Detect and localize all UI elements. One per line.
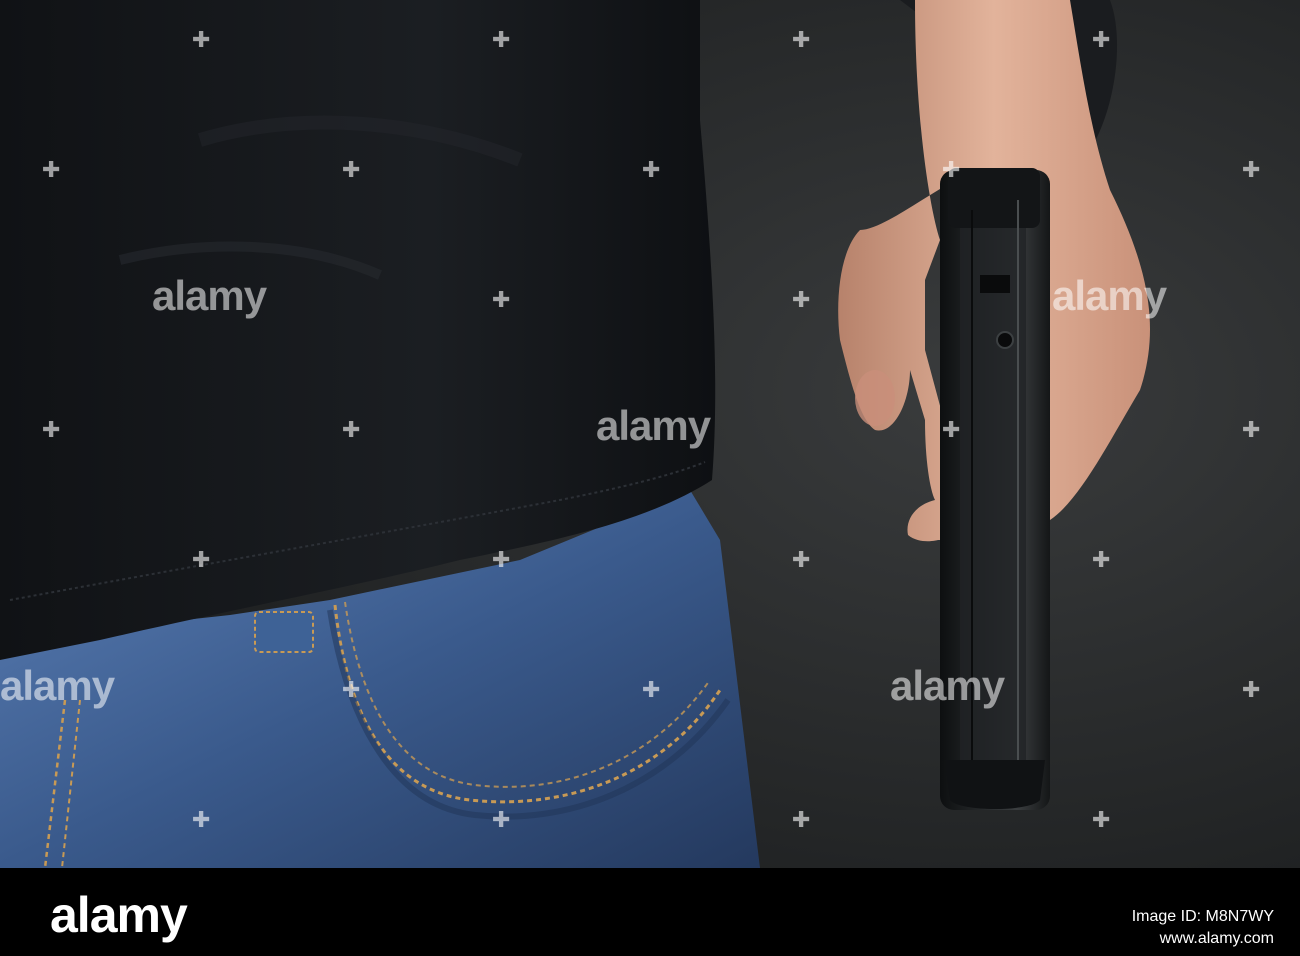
watermark-mark: ✚ xyxy=(492,808,511,833)
watermark-text: alamy xyxy=(1052,272,1167,319)
watermark-mark: ✚ xyxy=(792,288,811,313)
watermark-text: alamy xyxy=(596,402,711,449)
watermark-mark: ✚ xyxy=(942,418,961,443)
watermark-mark: ✚ xyxy=(792,808,811,833)
watermark-mark: ✚ xyxy=(1092,28,1111,53)
belt-loop xyxy=(254,611,314,653)
watermark-mark: ✚ xyxy=(342,418,361,443)
watermark-mark: ✚ xyxy=(192,28,211,53)
watermark-text: alamy xyxy=(890,662,1005,709)
watermark-mark: ✚ xyxy=(42,158,61,183)
watermark-mark: ✚ xyxy=(492,28,511,53)
watermark-mark: ✚ xyxy=(942,158,961,183)
watermark-text: alamy xyxy=(152,272,267,319)
watermark-mark: ✚ xyxy=(1092,548,1111,573)
watermark-mark: ✚ xyxy=(642,678,661,703)
watermark-mark: ✚ xyxy=(42,418,61,443)
footer-bar: alamy Image ID: M8N7WY www.alamy.com xyxy=(0,868,1300,956)
watermark-text: alamy xyxy=(0,662,115,709)
watermark-mark: ✚ xyxy=(792,28,811,53)
watermark-mark: ✚ xyxy=(492,288,511,313)
photo: ✚ ✚ ✚ ✚ ✚ ✚ ✚ ✚ ✚ ✚ ✚ ✚ ✚ ✚ ✚ ✚ ✚ ✚ ✚ ✚ … xyxy=(0,0,1300,868)
watermark-mark: ✚ xyxy=(792,548,811,573)
watermark-mark: ✚ xyxy=(1242,418,1261,443)
watermark-mark: ✚ xyxy=(1242,678,1261,703)
watermark-mark: ✚ xyxy=(342,158,361,183)
alamy-logo: alamy xyxy=(50,887,188,943)
watermark-mark: ✚ xyxy=(1242,158,1261,183)
watermark-mark: ✚ xyxy=(192,548,211,573)
watermark-mark: ✚ xyxy=(342,678,361,703)
thumbnail xyxy=(855,370,895,426)
watermark-mark: ✚ xyxy=(192,808,211,833)
watermark-mark: ✚ xyxy=(492,548,511,573)
watermark-mark: ✚ xyxy=(642,158,661,183)
handgun xyxy=(940,168,1050,810)
image-id: Image ID: M8N7WY xyxy=(1131,908,1274,925)
watermark-mark: ✚ xyxy=(1092,808,1111,833)
site-url: www.alamy.com xyxy=(1159,930,1274,947)
